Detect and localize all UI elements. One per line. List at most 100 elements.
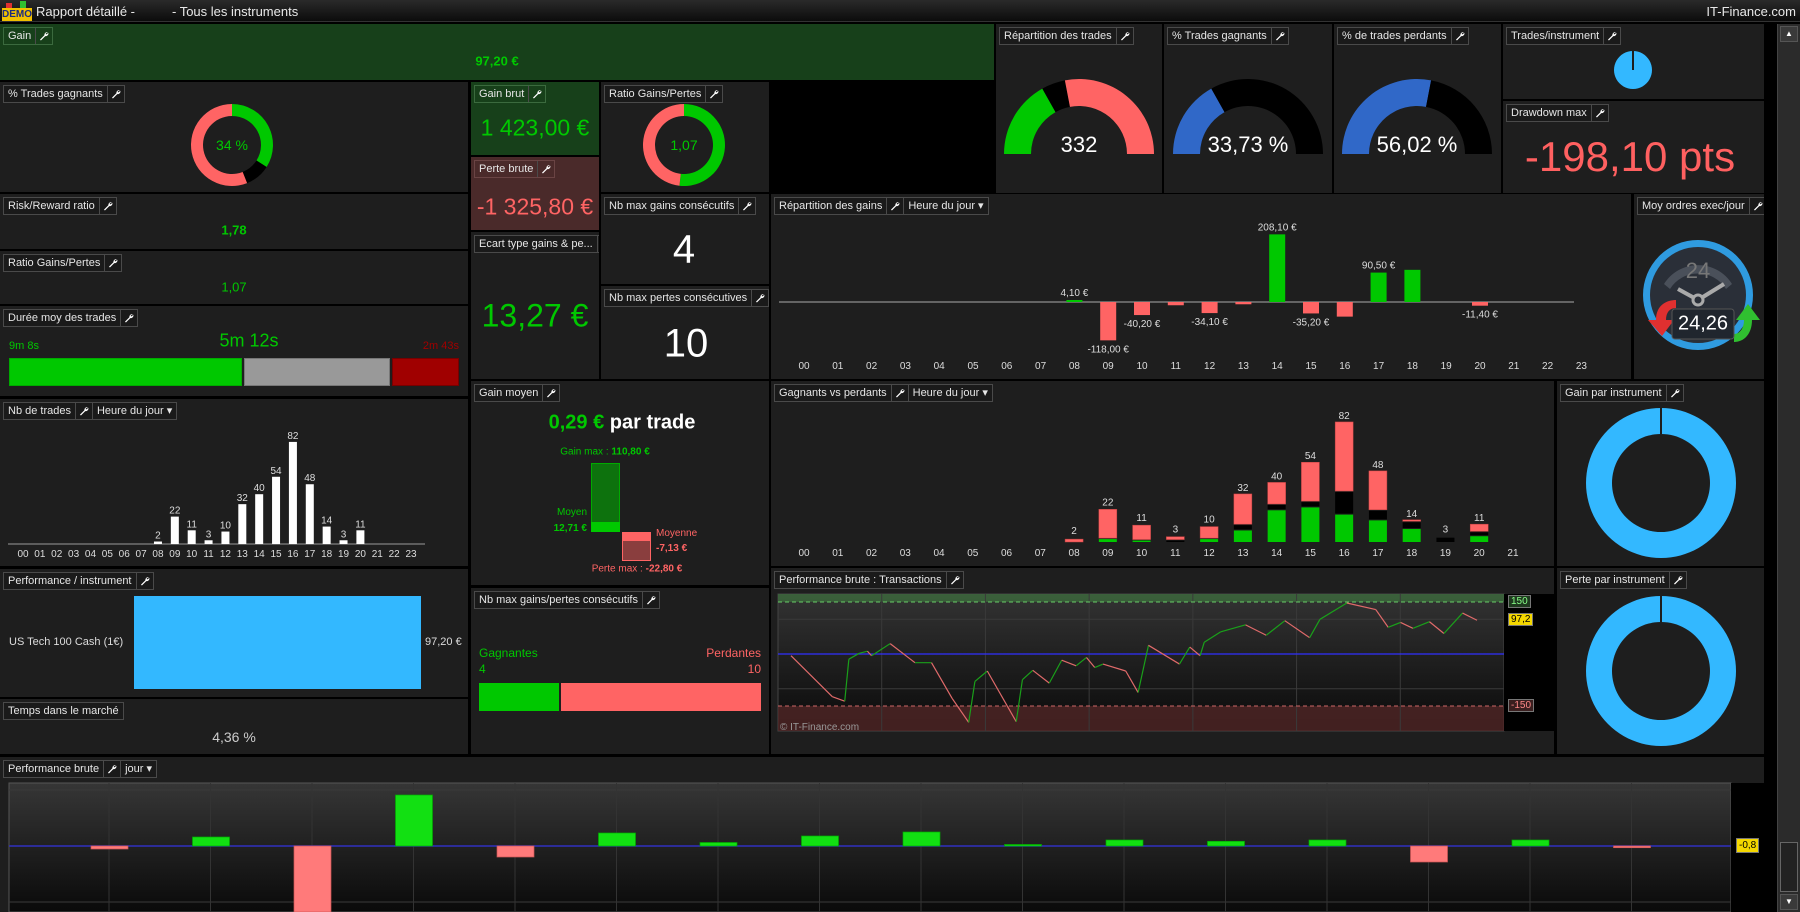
wrench-icon[interactable]	[1115, 28, 1133, 44]
panel-header: % de trades perdants	[1337, 27, 1469, 45]
perte-max-value: -22,80 €	[645, 563, 683, 575]
x-tick-label: 15	[270, 549, 282, 560]
wrench-icon[interactable]	[886, 198, 903, 214]
panel-header: % Trades gagnants	[1167, 27, 1289, 45]
wrench-icon[interactable]	[1450, 28, 1468, 44]
wrench-icon[interactable]	[1590, 105, 1608, 121]
panel-header: Gagnants vs perdants Heure du jour ▾	[774, 384, 993, 402]
panel-title: Temps dans le marché	[8, 705, 119, 717]
wrench-icon[interactable]	[74, 403, 92, 419]
wrench-icon[interactable]	[135, 573, 153, 589]
wrench-icon[interactable]	[542, 385, 559, 401]
x-tick-label: 18	[1406, 548, 1418, 559]
upper-level-label: 150	[1508, 594, 1531, 608]
x-tick-label: 10	[1136, 548, 1148, 559]
instrument-performance-value: 97,20 €	[425, 636, 462, 648]
win-rate-percent: 34 %	[216, 137, 248, 153]
panel-title: Durée moy des trades	[8, 312, 117, 324]
bar-label: -35,20 €	[1293, 317, 1330, 328]
panel-gain-brut: Gain brut 1 423,00 €	[471, 82, 599, 155]
panel-title: Perte brute	[479, 163, 534, 175]
x-tick-label: 11	[1171, 361, 1182, 372]
panel-title: Gain moyen	[479, 387, 539, 399]
wrench-icon[interactable]	[596, 236, 599, 252]
bar-segment-losers	[1301, 461, 1320, 502]
chart-watermark: © IT-Finance.com	[780, 722, 860, 733]
wrench-icon[interactable]	[1665, 385, 1683, 401]
win-streak-bar	[479, 683, 559, 711]
x-tick-label: 12	[1204, 548, 1216, 559]
dropdown-value: jour	[125, 763, 144, 775]
bar-segment-neutral	[1436, 537, 1455, 542]
wrench-icon[interactable]	[106, 86, 124, 102]
wrench-icon[interactable]	[1270, 28, 1288, 44]
x-tick-label: 05	[102, 549, 114, 560]
bar	[272, 476, 281, 544]
x-tick-label: 01	[34, 549, 46, 560]
wrench-icon[interactable]	[537, 161, 554, 177]
bar	[1100, 302, 1117, 341]
wrench-icon[interactable]	[120, 310, 137, 326]
ratio-donut-value: 1,07	[670, 137, 698, 153]
wrench-icon[interactable]	[945, 572, 963, 588]
panel-header: Ecart type gains & pe...	[474, 235, 599, 253]
bar-total-label: 32	[1237, 483, 1249, 494]
bar-segment-winners	[1098, 539, 1117, 542]
wrench-icon[interactable]	[705, 86, 722, 102]
bar-label: 82	[287, 431, 299, 442]
panel-header: Perte par instrument	[1560, 571, 1687, 589]
x-tick-label: 10	[186, 549, 198, 560]
period-dropdown[interactable]: Heure du jour ▾	[91, 403, 176, 419]
loss-streak-label: Perdantes	[706, 646, 761, 660]
x-tick-label: 00	[798, 548, 810, 559]
avg-loss-bar	[622, 532, 651, 541]
bar	[1207, 840, 1245, 847]
lower-level-label: -150	[1508, 699, 1535, 713]
x-tick-label: 20	[1474, 361, 1486, 372]
panel-moy-ordres: Moy ordres exec/jour 24 24,26	[1634, 194, 1764, 379]
panel-header: Gain	[3, 27, 54, 45]
wrench-icon[interactable]	[103, 761, 120, 777]
bar-label: 48	[304, 473, 316, 484]
vertical-scrollbar[interactable]: ▲ ▼	[1777, 24, 1800, 912]
bar-segment-losers	[1166, 536, 1185, 540]
wrench-icon[interactable]	[1668, 572, 1686, 588]
x-tick-label: 03	[900, 361, 912, 372]
wrench-icon[interactable]	[890, 385, 908, 401]
wrench-icon[interactable]	[35, 28, 52, 44]
x-tick-label: 05	[967, 361, 979, 372]
wrench-icon[interactable]	[738, 198, 755, 214]
panel-nb-max-pertes: Nb max pertes consécutives 10	[601, 286, 769, 379]
win-duration: 9m 8s	[9, 340, 39, 352]
win-duration-bar	[9, 358, 242, 386]
gain-per-instrument-donut	[1586, 408, 1737, 558]
scroll-down-button[interactable]: ▼	[1780, 894, 1798, 910]
wrench-icon[interactable]	[1603, 28, 1620, 44]
wrench-icon[interactable]	[528, 86, 545, 102]
wrench-icon[interactable]	[1748, 198, 1764, 214]
period-dropdown[interactable]: Heure du jour ▾	[903, 198, 987, 214]
x-tick-label: 04	[933, 548, 945, 559]
wrench-icon[interactable]	[98, 198, 116, 214]
panel-header: Gain brut	[474, 85, 547, 103]
max-consecutive-gains: 4	[672, 227, 696, 272]
panel-pct-loss-gauge: % de trades perdants 56,02 %	[1334, 24, 1501, 193]
period-dropdown[interactable]: Heure du jour ▾	[907, 385, 992, 401]
panel-title: % Trades gagnants	[1172, 30, 1267, 42]
wrench-icon[interactable]	[751, 290, 768, 306]
bar	[153, 541, 162, 544]
bar	[1066, 300, 1083, 302]
scrollbar-thumb[interactable]	[1780, 842, 1798, 892]
bar-label: 11	[187, 519, 198, 530]
wrench-icon[interactable]	[104, 255, 121, 271]
x-tick-label: 00	[17, 549, 29, 560]
bar	[339, 540, 348, 544]
loss-duration-bar	[392, 358, 459, 386]
bar-total-label: 11	[1474, 513, 1485, 524]
wrench-icon[interactable]	[641, 592, 659, 608]
period-dropdown[interactable]: jour ▾	[120, 761, 156, 777]
scroll-up-button[interactable]: ▲	[1780, 26, 1798, 42]
x-tick-label: 17	[1373, 361, 1385, 372]
panel-gain-instrument: Gain par instrument	[1557, 381, 1764, 566]
panel-nb-max-gains: Nb max gains consécutifs 4	[601, 194, 769, 284]
